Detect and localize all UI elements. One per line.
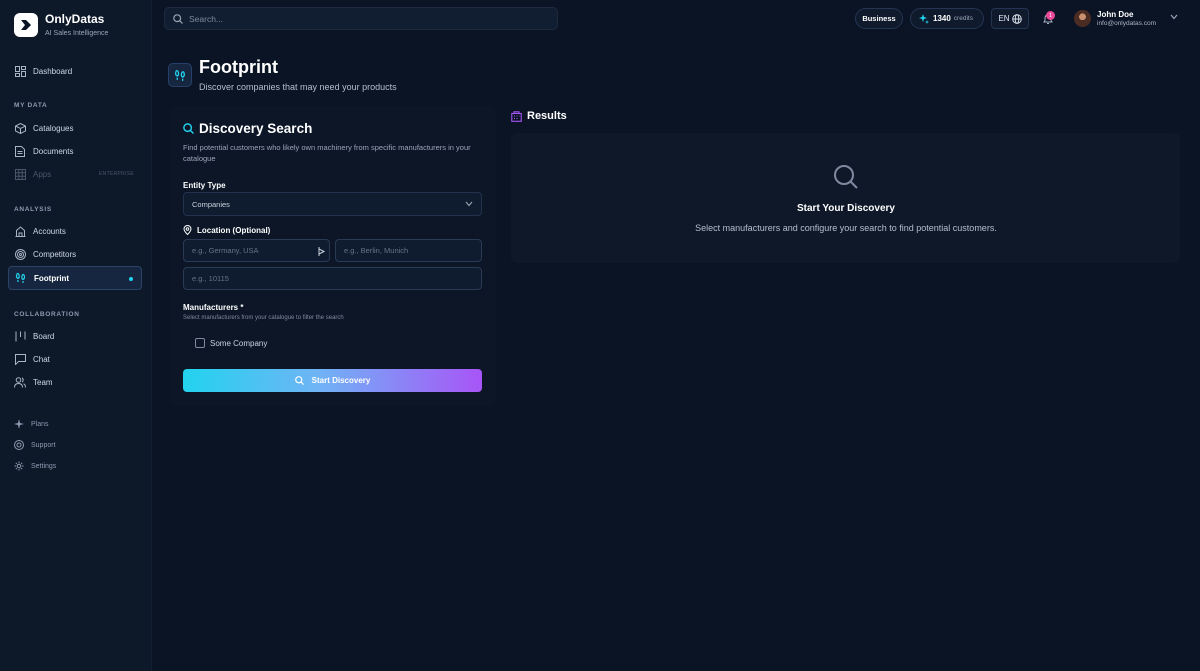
section-title-my-data: MY DATA <box>14 102 48 109</box>
sparkles-icon <box>14 419 24 429</box>
country-input[interactable]: e.g., Germany, USA <box>183 239 330 262</box>
sidebar-item-dashboard[interactable]: Dashboard <box>8 60 142 82</box>
sidebar-item-label: Board <box>33 331 55 341</box>
globe-icon <box>1011 13 1022 24</box>
brand[interactable]: OnlyDatas AI Sales Intelligence <box>14 12 108 39</box>
sidebar-item-label: Chat <box>33 354 50 364</box>
results-panel <box>511 133 1180 263</box>
search-icon <box>183 123 194 134</box>
city-placeholder: e.g., Berlin, Munich <box>344 246 409 255</box>
sidebar-item-label: Footprint <box>34 273 70 283</box>
brand-tagline: AI Sales Intelligence <box>45 30 109 37</box>
sidebar-item-competitors[interactable]: Competitors <box>8 243 142 265</box>
credits-value: 1340 <box>933 14 951 23</box>
sidebar-item-label: Documents <box>33 146 74 156</box>
sidebar-item-label: Settings <box>31 462 57 470</box>
active-indicator <box>129 277 133 281</box>
discovery-description: Find potential customers who likely own … <box>183 143 471 163</box>
search-icon <box>834 165 858 189</box>
sidebar-item-label: Team <box>33 377 53 387</box>
sparkles-icon <box>919 13 929 24</box>
sidebar-item-label: Apps <box>33 169 52 179</box>
sidebar-item-board[interactable]: Board <box>8 325 142 347</box>
postal-placeholder: e.g., 10115 <box>192 274 229 283</box>
search-icon <box>173 13 183 24</box>
search-icon <box>294 376 304 385</box>
gear-icon <box>14 461 24 471</box>
search-input[interactable]: Search... <box>164 7 558 30</box>
sidebar-item-label: Support <box>31 441 56 449</box>
kanban-icon <box>14 330 26 342</box>
sidebar-item-support[interactable]: Support <box>8 434 142 456</box>
postal-code-input[interactable]: e.g., 10115 <box>183 267 482 290</box>
manufacturers-label: Manufacturers * <box>183 303 244 312</box>
lifebuoy-icon <box>14 440 24 450</box>
sidebar-item-plans[interactable]: Plans <box>8 413 142 435</box>
discovery-title-text: Discovery Search <box>199 121 313 136</box>
section-title-collaboration: COLLABORATION <box>14 311 80 318</box>
building-icon <box>511 110 522 122</box>
manufacturer-option[interactable]: Some Company <box>195 338 267 348</box>
enterprise-badge: ENTERPRISE <box>99 171 134 177</box>
entity-type-label: Entity Type <box>183 181 226 190</box>
target-icon <box>14 248 26 260</box>
manufacturer-option-label: Some Company <box>210 338 268 348</box>
country-placeholder: e.g., Germany, USA <box>192 246 259 255</box>
sidebar-item-catalogues[interactable]: Catalogues <box>8 117 142 139</box>
sidebar-item-label: Dashboard <box>33 66 73 76</box>
start-discovery-label: Start Discovery <box>311 376 371 385</box>
chat-icon <box>14 353 26 365</box>
chevron-down-icon[interactable] <box>1170 14 1178 20</box>
start-discovery-button[interactable]: Start Discovery <box>183 369 482 392</box>
avatar[interactable] <box>1074 10 1091 27</box>
footprint-icon <box>15 272 27 284</box>
sidebar-item-apps[interactable]: Apps ENTERPRISE <box>8 163 142 185</box>
results-header: Results <box>511 110 567 122</box>
sidebar-item-label: Competitors <box>33 249 77 259</box>
dashboard-icon <box>14 65 26 77</box>
search-placeholder: Search... <box>189 13 224 24</box>
document-icon <box>14 145 26 157</box>
brand-name: OnlyDatas <box>45 12 105 26</box>
sidebar-item-documents[interactable]: Documents <box>8 140 142 162</box>
page-subtitle: Discover companies that may need your pr… <box>199 82 397 92</box>
users-icon <box>14 376 26 388</box>
box-icon <box>14 122 26 134</box>
credits-label: credits <box>953 15 973 22</box>
sidebar-item-label: Catalogues <box>33 123 74 133</box>
footprint-icon <box>168 63 192 87</box>
logo-icon <box>14 13 38 37</box>
results-title: Results <box>527 110 567 122</box>
sidebar-item-footprint[interactable]: Footprint <box>8 266 142 290</box>
sidebar-item-chat[interactable]: Chat <box>8 348 142 370</box>
city-input[interactable]: e.g., Berlin, Munich <box>335 239 482 262</box>
page-title: Footprint <box>199 57 278 77</box>
manufacturers-hint: Select manufacturers from your catalogue… <box>183 315 344 321</box>
sidebar-item-team[interactable]: Team <box>8 371 142 393</box>
plan-badge[interactable]: Business <box>855 8 903 29</box>
manufacturer-checkbox[interactable] <box>195 338 205 348</box>
text-cursor-icon <box>318 247 326 256</box>
notification-badge: 1 <box>1046 11 1055 20</box>
sidebar: OnlyDatas AI Sales Intelligence Dashboar… <box>0 0 152 671</box>
user-name[interactable]: John Doe <box>1097 10 1133 19</box>
credits-badge[interactable]: 1340 credits <box>910 8 984 29</box>
language-selector[interactable]: EN <box>991 8 1029 29</box>
sidebar-item-label: Plans <box>31 420 49 428</box>
empty-state-title: Start Your Discovery <box>796 203 895 214</box>
user-email: info@onlydatas.com <box>1097 20 1156 27</box>
grid-icon <box>14 168 26 180</box>
empty-state-description: Select manufacturers and configure your … <box>695 223 997 233</box>
sidebar-item-settings[interactable]: Settings <box>8 455 142 477</box>
language-code: EN <box>998 14 1010 23</box>
discovery-title: Discovery Search <box>183 121 312 136</box>
